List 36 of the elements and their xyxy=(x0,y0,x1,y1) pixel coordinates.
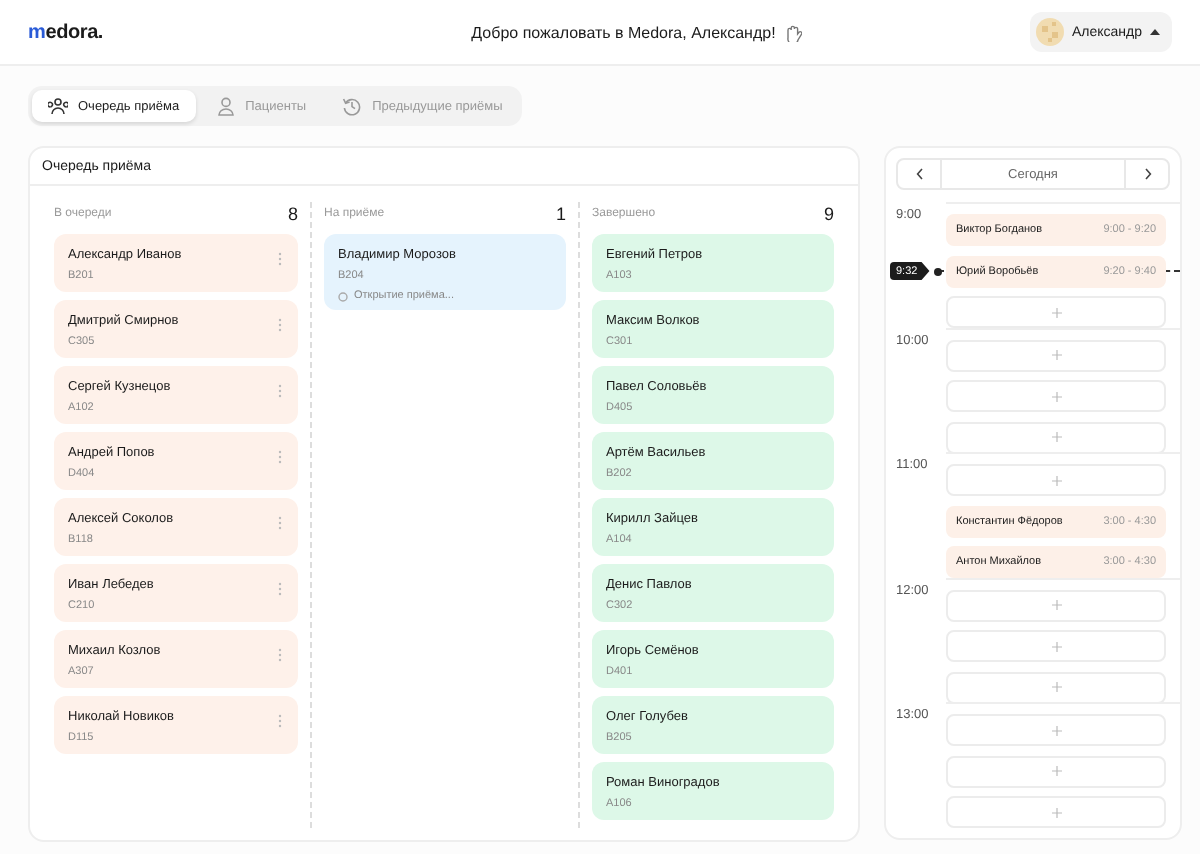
plus-icon xyxy=(1051,432,1061,442)
column-count: 8 xyxy=(287,204,298,224)
column-count: 1 xyxy=(555,204,566,224)
greeting: Добро пожаловать в Medora, Александр! xyxy=(471,23,776,41)
waving-hand-icon xyxy=(781,22,802,42)
history-icon xyxy=(342,96,363,116)
plus-icon xyxy=(1051,766,1061,776)
empty-slot[interactable] xyxy=(946,755,1166,787)
empty-slot[interactable] xyxy=(946,464,1166,496)
spinner-icon xyxy=(338,291,348,301)
plus-icon xyxy=(1051,600,1061,610)
plus-icon xyxy=(1051,807,1061,817)
caret-icon xyxy=(1150,28,1160,36)
plus-icon xyxy=(1051,307,1061,317)
plus-icon xyxy=(1051,475,1061,485)
empty-slot[interactable] xyxy=(946,380,1166,412)
plus-icon xyxy=(1051,350,1061,360)
empty-slot[interactable] xyxy=(946,589,1166,621)
chevron-left-icon xyxy=(915,168,923,180)
plus-icon xyxy=(1051,682,1061,692)
empty-slot[interactable] xyxy=(946,421,1166,453)
avatar xyxy=(1035,18,1064,46)
column-count: 9 xyxy=(823,204,834,224)
plus-icon xyxy=(1051,725,1061,735)
empty-slot[interactable] xyxy=(946,630,1166,662)
plus-icon xyxy=(1051,641,1061,651)
plus-icon xyxy=(1051,391,1061,401)
empty-slot[interactable] xyxy=(946,339,1166,371)
empty-slot[interactable] xyxy=(946,796,1166,828)
person-icon xyxy=(215,96,236,116)
empty-slot[interactable] xyxy=(946,714,1166,746)
chevron-right-icon xyxy=(1143,168,1151,180)
empty-slot[interactable] xyxy=(946,671,1166,703)
people-icon xyxy=(48,96,68,116)
empty-slot[interactable] xyxy=(946,296,1166,328)
logo: medora. xyxy=(28,21,104,43)
